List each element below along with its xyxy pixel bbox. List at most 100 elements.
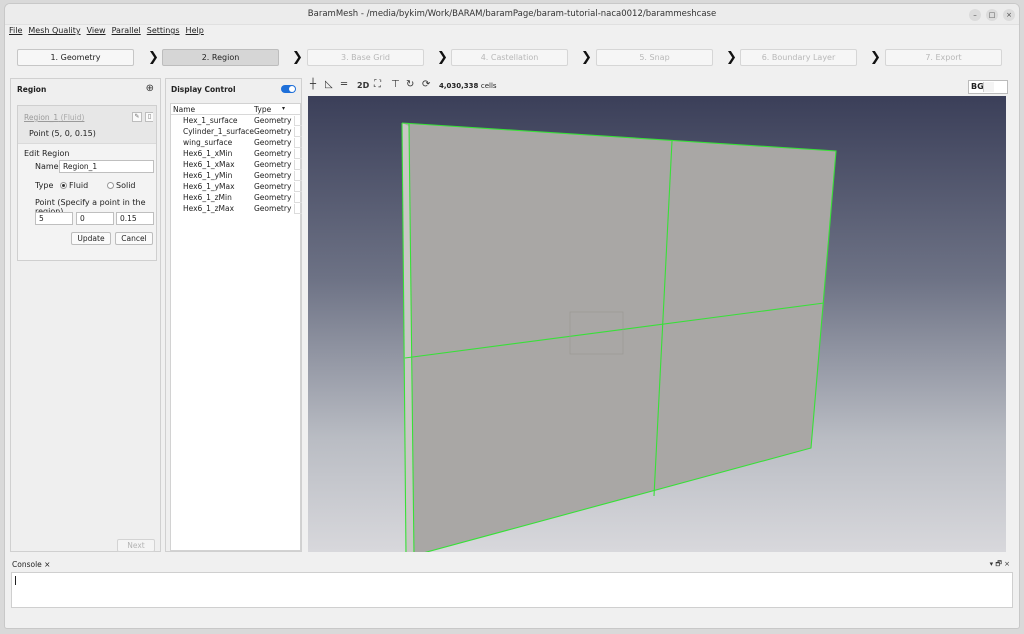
column-name[interactable]: Name	[173, 105, 195, 114]
display-control-title: Display Control	[171, 85, 236, 94]
item-type: Geometry	[254, 160, 292, 169]
item-name: Hex6_1_yMin	[183, 171, 233, 180]
background-toggle[interactable]: BG	[968, 80, 1008, 94]
name-label: Name	[35, 162, 59, 171]
item-swatch[interactable]	[294, 182, 302, 192]
item-swatch[interactable]	[294, 116, 302, 126]
step-geometry[interactable]: 1. Geometry	[17, 49, 134, 66]
item-name: Hex6_1_xMax	[183, 160, 235, 169]
geometry-list: Name Type ▾ Hex_1_surface Geometry Cylind…	[170, 103, 302, 551]
axes-icon[interactable]: ┼	[310, 79, 316, 90]
region-item[interactable]: Region_1 (Fluid) ✎ ▯ Point (5, 0, 0.15)	[18, 106, 156, 144]
fluid-radio[interactable]	[60, 182, 67, 189]
list-item[interactable]: Hex6_1_xMax Geometry	[171, 159, 302, 170]
column-type[interactable]: Type	[254, 105, 271, 114]
rotate-icon[interactable]: ↻	[406, 79, 414, 90]
region-item-type: (Fluid)	[60, 113, 85, 122]
list-item[interactable]: Hex_1_surface Geometry	[171, 115, 302, 126]
item-name: Hex6_1_xMin	[183, 149, 233, 158]
list-item[interactable]: wing_surface Geometry	[171, 137, 302, 148]
list-item[interactable]: Hex6_1_yMin Geometry	[171, 170, 302, 181]
console-controls[interactable]: ▾ 🗗 ×	[990, 560, 1010, 571]
region-panel: Region ⊕ Region_1 (Fluid) ✎ ▯ Point (5, …	[10, 78, 161, 552]
type-label: Type	[35, 181, 54, 190]
console-tab[interactable]: Console ×	[12, 560, 50, 569]
chevron-right-icon: ❯	[148, 50, 159, 65]
2d-mode-icon[interactable]: 2D	[357, 81, 369, 90]
step-base-grid[interactable]: 3. Base Grid	[307, 49, 424, 66]
console-output[interactable]	[11, 572, 1013, 608]
step-export[interactable]: 7. Export	[885, 49, 1002, 66]
menu-parallel[interactable]: Parallel	[112, 26, 141, 40]
cell-count: 4,030,338 cells	[439, 82, 497, 90]
item-swatch[interactable]	[294, 204, 302, 214]
menu-help[interactable]: Help	[186, 26, 204, 40]
next-button[interactable]: Next	[117, 539, 155, 552]
align-top-icon[interactable]: ⊤	[391, 79, 400, 90]
menu-mesh-quality[interactable]: Mesh Quality	[28, 26, 80, 40]
region-name-input[interactable]: Region_1	[59, 160, 154, 173]
item-swatch[interactable]	[294, 149, 302, 159]
outline-icon[interactable]: ═	[341, 79, 347, 90]
item-type: Geometry	[254, 182, 292, 191]
sort-down-icon[interactable]: ▾	[282, 105, 285, 112]
3d-viewport[interactable]	[308, 96, 1006, 552]
list-item[interactable]: Hex6_1_zMax Geometry	[171, 203, 302, 214]
mesh-face	[402, 123, 836, 552]
point-z-input[interactable]: 0.15	[116, 212, 154, 225]
list-item[interactable]: Hex6_1_xMin Geometry	[171, 148, 302, 159]
update-button[interactable]: Update	[71, 232, 111, 245]
display-toggle[interactable]	[281, 85, 296, 93]
item-swatch[interactable]	[294, 127, 302, 137]
minimize-button[interactable]: –	[969, 9, 981, 21]
chevron-right-icon: ❯	[870, 50, 881, 65]
item-type: Geometry	[254, 204, 292, 213]
display-control-panel: Display Control Name Type ▾ Hex_1_surfac…	[165, 78, 302, 552]
menu-settings[interactable]: Settings	[147, 26, 180, 40]
title-bar: BaramMesh - /media/bykim/Work/BARAM/bara…	[5, 4, 1019, 25]
chevron-right-icon: ❯	[292, 50, 303, 65]
list-header: Name Type ▾	[171, 104, 300, 115]
console-tabbar: Console × ▾ 🗗 ×	[8, 560, 1014, 572]
add-region-icon[interactable]: ⊕	[146, 83, 154, 94]
item-swatch[interactable]	[294, 193, 302, 203]
item-swatch[interactable]	[294, 138, 302, 148]
viewer-toolbar: ┼ ◺ ═ 2D ⛶ ⊤ ↻ ⟳ 4,030,338 cells BG	[308, 79, 1008, 95]
item-type: Geometry	[254, 127, 292, 136]
list-item[interactable]: Hex6_1_yMax Geometry	[171, 181, 302, 192]
item-type: Geometry	[254, 116, 292, 125]
menu-file[interactable]: File	[9, 26, 22, 40]
edit-icon[interactable]: ✎	[132, 112, 142, 122]
maximize-button[interactable]: □	[986, 9, 998, 21]
item-type: Geometry	[254, 193, 292, 202]
region-card: Region_1 (Fluid) ✎ ▯ Point (5, 0, 0.15) …	[17, 105, 157, 261]
close-button[interactable]: ×	[1003, 9, 1015, 21]
point-x-input[interactable]: 5	[35, 212, 73, 225]
delete-icon[interactable]: ▯	[145, 112, 153, 122]
step-boundary-layer[interactable]: 6. Boundary Layer	[740, 49, 857, 66]
cancel-button[interactable]: Cancel	[115, 232, 153, 245]
ruler-icon[interactable]: ◺	[325, 79, 333, 90]
solid-radio[interactable]	[107, 182, 114, 189]
step-snap[interactable]: 5. Snap	[596, 49, 713, 66]
fit-view-icon[interactable]: ⛶	[374, 79, 381, 90]
rotate-plus-icon[interactable]: ⟳	[422, 79, 430, 90]
item-type: Geometry	[254, 149, 292, 158]
window-title: BaramMesh - /media/bykim/Work/BARAM/bara…	[307, 9, 717, 19]
cell-count-value: 4,030,338	[439, 82, 479, 90]
list-item[interactable]: Hex6_1_zMin Geometry	[171, 192, 302, 203]
region-panel-title: Region	[17, 85, 47, 94]
fluid-radio-label: Fluid	[69, 181, 89, 190]
item-swatch[interactable]	[294, 160, 302, 170]
point-y-input[interactable]: 0	[76, 212, 114, 225]
menu-view[interactable]: View	[87, 26, 106, 40]
item-swatch[interactable]	[294, 171, 302, 181]
list-item[interactable]: Cylinder_1_surface Geometry	[171, 126, 302, 137]
chevron-right-icon: ❯	[581, 50, 592, 65]
region-item-name[interactable]: Region_1	[24, 113, 58, 122]
mesh-render	[401, 122, 837, 552]
region-point-text: Point (5, 0, 0.15)	[29, 129, 96, 138]
close-icon[interactable]: ×	[44, 560, 50, 569]
step-castellation[interactable]: 4. Castellation	[451, 49, 568, 66]
step-region[interactable]: 2. Region	[162, 49, 279, 66]
